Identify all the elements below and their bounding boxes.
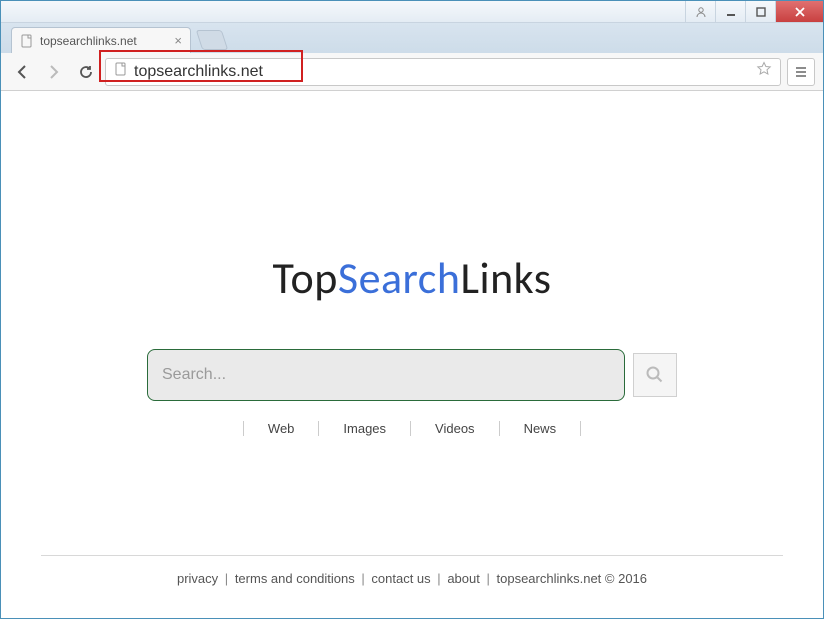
close-window-button[interactable] xyxy=(775,1,823,22)
browser-tab[interactable]: topsearchlinks.net × xyxy=(11,27,191,53)
page-content: TopSearchLinks Web Images Videos News pr… xyxy=(11,91,813,608)
user-button[interactable] xyxy=(685,1,715,22)
window-frame: topsearchlinks.net × topsearchlinks.net xyxy=(0,0,824,619)
tab-web[interactable]: Web xyxy=(243,421,319,436)
footer-privacy-link[interactable]: privacy xyxy=(177,571,218,586)
back-button[interactable] xyxy=(9,59,35,85)
footer-terms-link[interactable]: terms and conditions xyxy=(235,571,355,586)
footer: privacy | terms and conditions | contact… xyxy=(11,571,813,586)
footer-about-link[interactable]: about xyxy=(447,571,480,586)
search-form xyxy=(147,349,677,401)
footer-divider xyxy=(41,555,783,556)
logo-part-2: Search xyxy=(338,251,461,305)
page-icon xyxy=(114,62,128,81)
hamburger-menu-button[interactable] xyxy=(787,58,815,86)
tab-title: topsearchlinks.net xyxy=(40,34,137,48)
address-bar[interactable]: topsearchlinks.net xyxy=(105,58,781,86)
url-text: topsearchlinks.net xyxy=(134,63,750,81)
new-tab-button[interactable] xyxy=(196,30,228,50)
close-tab-button[interactable]: × xyxy=(174,34,182,47)
minimize-button[interactable] xyxy=(715,1,745,22)
tab-images[interactable]: Images xyxy=(318,421,410,436)
window-titlebar xyxy=(1,1,823,23)
reload-button[interactable] xyxy=(73,59,99,85)
footer-copyright: topsearchlinks.net © 2016 xyxy=(497,571,648,586)
tab-strip: topsearchlinks.net × xyxy=(1,23,823,53)
logo-part-3: Links xyxy=(460,251,551,305)
tab-news[interactable]: News xyxy=(499,421,582,436)
search-icon xyxy=(645,365,665,385)
category-tabs: Web Images Videos News xyxy=(243,421,581,436)
search-input[interactable] xyxy=(147,349,625,401)
logo-part-1: Top xyxy=(273,251,338,305)
maximize-button[interactable] xyxy=(745,1,775,22)
footer-contact-link[interactable]: contact us xyxy=(371,571,430,586)
browser-toolbar: topsearchlinks.net xyxy=(1,53,823,91)
page-favicon-icon xyxy=(20,34,34,48)
bookmark-star-icon[interactable] xyxy=(756,61,772,82)
site-logo: TopSearchLinks xyxy=(273,251,552,305)
tab-videos[interactable]: Videos xyxy=(410,421,499,436)
search-button[interactable] xyxy=(633,353,677,397)
forward-button[interactable] xyxy=(41,59,67,85)
